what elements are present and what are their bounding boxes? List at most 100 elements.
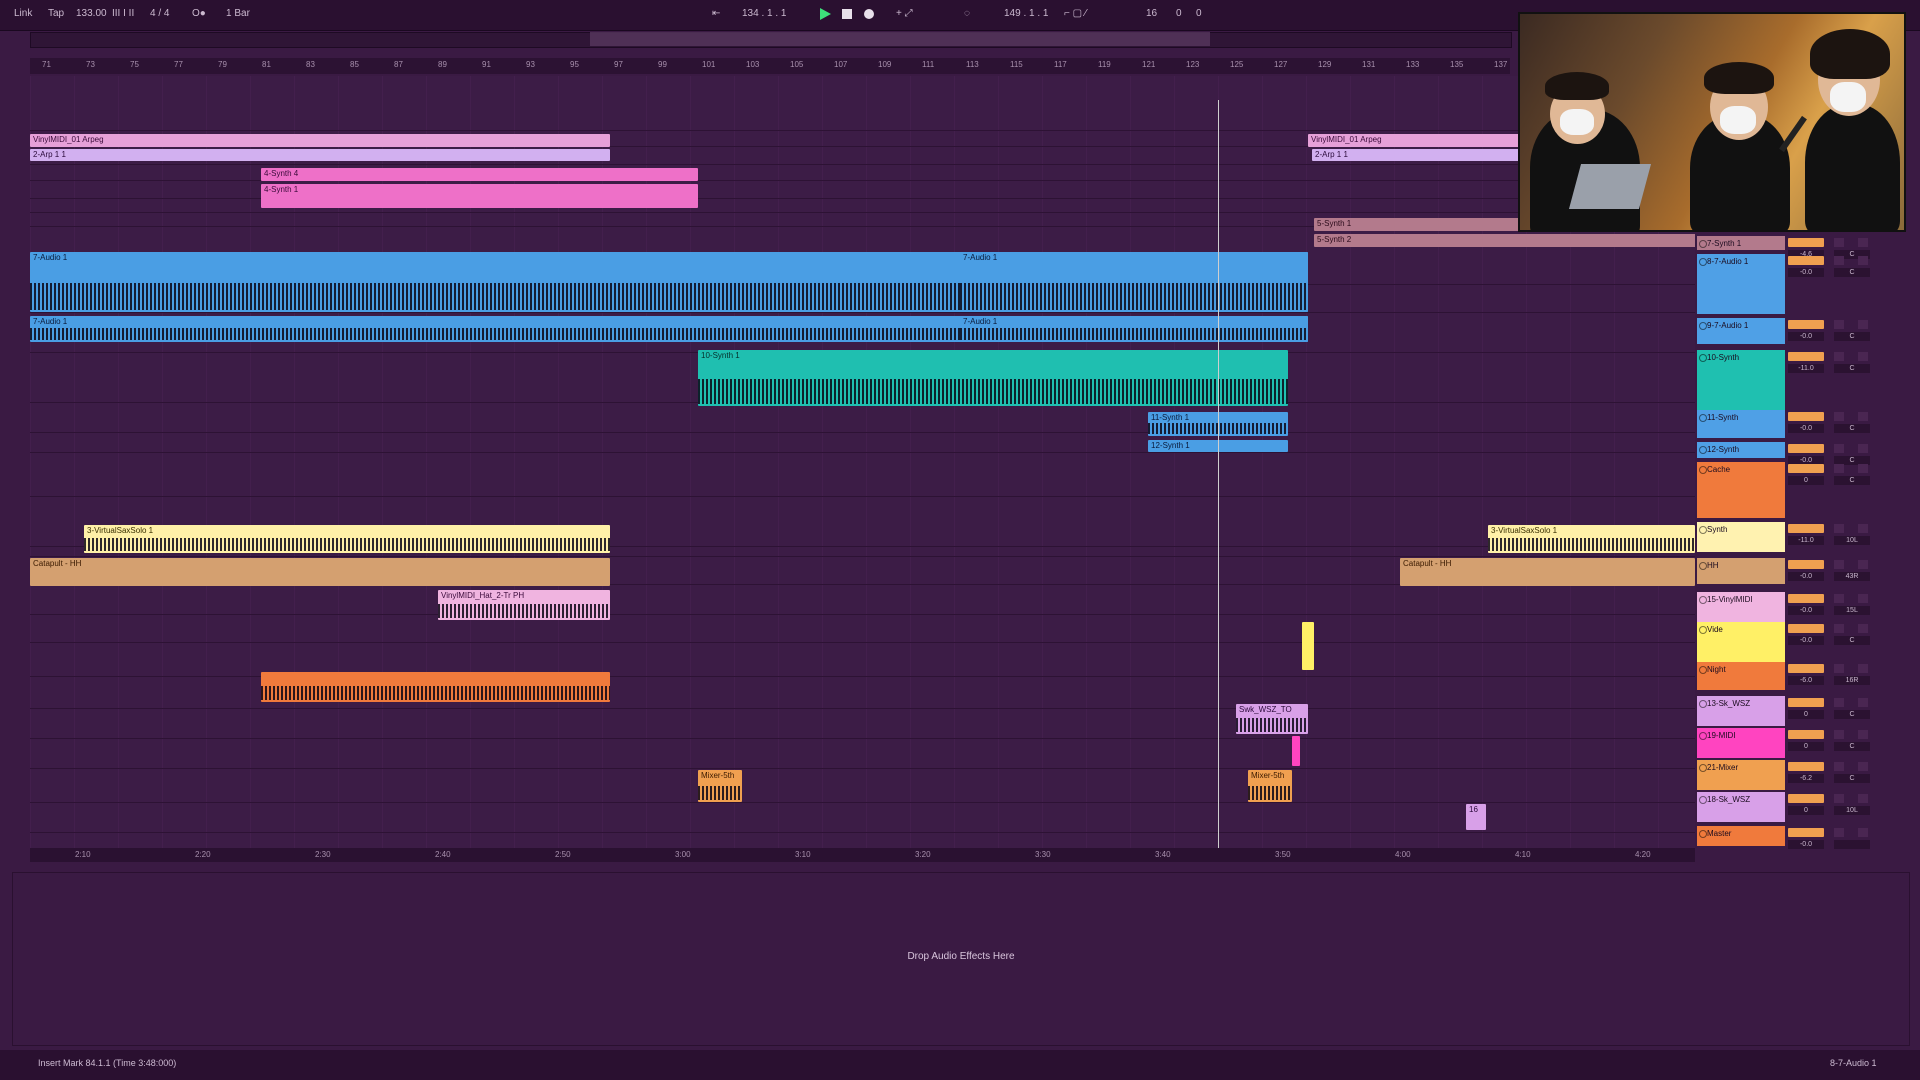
track-number-button[interactable]: [1788, 664, 1824, 673]
volume-field[interactable]: 0: [1788, 742, 1824, 751]
arm-button[interactable]: [1858, 560, 1868, 569]
arm-button[interactable]: [1858, 828, 1868, 837]
solo-button[interactable]: [1834, 320, 1844, 329]
track-activator-button[interactable]: [1699, 562, 1707, 570]
metronome-button[interactable]: O●: [192, 8, 206, 19]
volume-field[interactable]: -11.0: [1788, 536, 1824, 545]
track-activator-button[interactable]: [1699, 796, 1707, 804]
volume-field[interactable]: -0.0: [1788, 840, 1824, 849]
solo-button[interactable]: [1834, 464, 1844, 473]
track-number-button[interactable]: [1788, 352, 1824, 361]
quantize-menu[interactable]: 1 Bar: [226, 8, 250, 19]
clip[interactable]: 4-Synth 1: [261, 184, 698, 208]
track-activator-button[interactable]: [1699, 446, 1707, 454]
pan-field[interactable]: 10L: [1834, 536, 1870, 545]
track-number-button[interactable]: [1788, 560, 1824, 569]
arm-button[interactable]: [1858, 444, 1868, 453]
clip[interactable]: 7-Audio 1: [960, 316, 1308, 342]
track-number-button[interactable]: [1788, 256, 1824, 265]
pan-field[interactable]: 16R: [1834, 676, 1870, 685]
clip[interactable]: 2-Arp 1 1: [1312, 149, 1548, 161]
volume-field[interactable]: -6.0: [1788, 676, 1824, 685]
follow-icon[interactable]: ⇤: [712, 8, 720, 19]
clip[interactable]: [261, 672, 610, 702]
clip[interactable]: VinylMIDI_01 Arpeg: [30, 134, 610, 147]
track-number-button[interactable]: [1788, 238, 1824, 247]
nudge-buttons[interactable]: III I II: [112, 8, 134, 19]
pan-field[interactable]: C: [1834, 636, 1870, 645]
time-signature[interactable]: 4 / 4: [150, 8, 169, 19]
pan-field[interactable]: C: [1834, 424, 1870, 433]
link-button[interactable]: Link: [14, 8, 32, 19]
pan-field[interactable]: [1834, 840, 1870, 849]
pan-field[interactable]: C: [1834, 364, 1870, 373]
arm-button[interactable]: [1858, 238, 1868, 247]
solo-button[interactable]: [1834, 594, 1844, 603]
arm-button[interactable]: [1858, 412, 1868, 421]
track-header[interactable]: 19-MIDI: [1697, 728, 1785, 758]
track-activator-button[interactable]: [1699, 626, 1707, 634]
draw-mode-icons[interactable]: ⌐ ▢ ⁄: [1064, 8, 1087, 19]
volume-field[interactable]: 0: [1788, 710, 1824, 719]
track-activator-button[interactable]: [1699, 732, 1707, 740]
pan-field[interactable]: 43R: [1834, 572, 1870, 581]
track-header[interactable]: 18-Sk_WSZ: [1697, 792, 1785, 822]
track-activator-button[interactable]: [1699, 466, 1707, 474]
volume-field[interactable]: -0.0: [1788, 268, 1824, 277]
solo-button[interactable]: [1834, 664, 1844, 673]
clip[interactable]: Catapult - HH: [1400, 558, 1695, 586]
arm-button[interactable]: [1858, 698, 1868, 707]
overview-viewport[interactable]: [590, 32, 1210, 46]
arm-button[interactable]: [1858, 464, 1868, 473]
pan-field[interactable]: 10L: [1834, 806, 1870, 815]
track-activator-button[interactable]: [1699, 240, 1707, 248]
clip[interactable]: Mixer-5th: [1248, 770, 1292, 802]
clip[interactable]: 4-Synth 4: [261, 168, 698, 181]
track-header[interactable]: HH: [1697, 558, 1785, 584]
solo-button[interactable]: [1834, 524, 1844, 533]
arm-button[interactable]: [1858, 256, 1868, 265]
track-activator-button[interactable]: [1699, 414, 1707, 422]
track-number-button[interactable]: [1788, 730, 1824, 739]
volume-field[interactable]: -0.0: [1788, 572, 1824, 581]
track-number-button[interactable]: [1788, 594, 1824, 603]
arrangement-view[interactable]: VinylMIDI_01 Arpeg VinylMIDI_01 Arpeg 2-Ar…: [30, 76, 1695, 848]
track-header[interactable]: 12-Synth: [1697, 442, 1785, 458]
arm-button[interactable]: [1858, 320, 1868, 329]
pan-field[interactable]: C: [1834, 476, 1870, 485]
record-icon[interactable]: [862, 7, 876, 21]
track-number-button[interactable]: [1788, 524, 1824, 533]
play-icon[interactable]: [818, 7, 832, 21]
solo-button[interactable]: [1834, 624, 1844, 633]
volume-field[interactable]: -0.0: [1788, 636, 1824, 645]
solo-button[interactable]: [1834, 560, 1844, 569]
arm-button[interactable]: [1858, 624, 1868, 633]
volume-field[interactable]: 0: [1788, 806, 1824, 815]
track-activator-button[interactable]: [1699, 526, 1707, 534]
track-number-button[interactable]: [1788, 794, 1824, 803]
track-activator-button[interactable]: [1699, 258, 1707, 266]
pan-field[interactable]: 15L: [1834, 606, 1870, 615]
solo-button[interactable]: [1834, 412, 1844, 421]
clip[interactable]: 3-VirtualSaxSolo 1: [1488, 525, 1695, 553]
track-header[interactable]: 13-Sk_WSZ: [1697, 696, 1785, 726]
clip[interactable]: [1302, 622, 1314, 670]
time-ruler[interactable]: 2:10 2:20 2:30 2:40 2:50 3:00 3:10 3:20 3:30 3:40…: [30, 848, 1695, 862]
clip[interactable]: 7-Audio 1: [960, 252, 1308, 312]
track-header[interactable]: Synth: [1697, 522, 1785, 552]
track-activator-button[interactable]: [1699, 700, 1707, 708]
track-number-button[interactable]: [1788, 624, 1824, 633]
volume-field[interactable]: -0.0: [1788, 332, 1824, 341]
track-number-button[interactable]: [1788, 762, 1824, 771]
pan-field[interactable]: C: [1834, 742, 1870, 751]
pan-field[interactable]: C: [1834, 710, 1870, 719]
track-header[interactable]: 8-7-Audio 1: [1697, 254, 1785, 314]
clip[interactable]: VinylMIDI_01 Arpeg: [1308, 134, 1548, 147]
volume-field[interactable]: -11.0: [1788, 364, 1824, 373]
solo-button[interactable]: [1834, 762, 1844, 771]
solo-button[interactable]: [1834, 256, 1844, 265]
pan-field[interactable]: C: [1834, 332, 1870, 341]
track-number-button[interactable]: [1788, 412, 1824, 421]
track-number-button[interactable]: [1788, 444, 1824, 453]
clip[interactable]: 2-Arp 1 1: [30, 149, 610, 161]
